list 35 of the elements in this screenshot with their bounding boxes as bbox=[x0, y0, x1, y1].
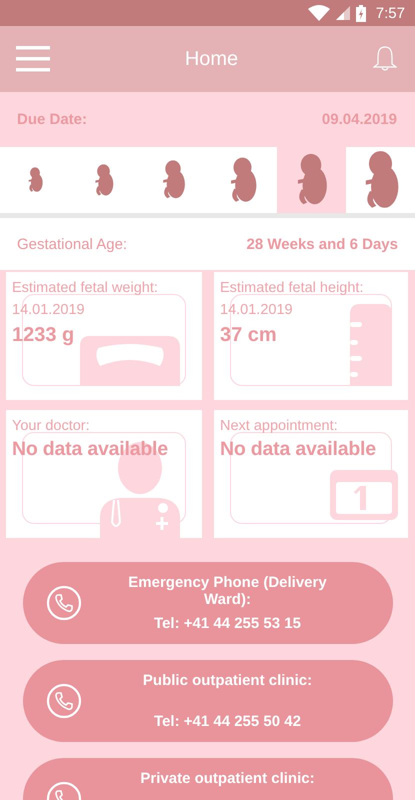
card-value: No data available bbox=[12, 438, 168, 461]
menu-icon[interactable] bbox=[16, 46, 50, 72]
card-label: Estimated fetal height: bbox=[220, 280, 364, 296]
phone-icon bbox=[46, 585, 82, 621]
phone-icon bbox=[46, 683, 82, 719]
battery-icon bbox=[356, 4, 366, 22]
info-card[interactable]: Estimated fetal weight: 14.01.2019 1233 g bbox=[6, 272, 202, 400]
info-card[interactable]: Next appointment: No data available bbox=[214, 410, 408, 538]
stage-tab[interactable] bbox=[276, 147, 346, 213]
due-date-value: 09.04.2019 bbox=[322, 111, 397, 128]
call-button[interactable]: Private outpatient clinic: bbox=[23, 758, 393, 800]
card-value: 1233 g bbox=[12, 324, 74, 347]
wifi-icon bbox=[308, 5, 330, 21]
card-value: 37 cm bbox=[220, 324, 277, 347]
card-date: 14.01.2019 bbox=[12, 302, 85, 318]
screen-title: Home bbox=[184, 48, 238, 70]
due-date-label: Due Date: bbox=[17, 111, 88, 128]
bell-icon[interactable] bbox=[372, 46, 397, 72]
status-time: 7:57 bbox=[376, 4, 405, 22]
info-card[interactable]: Your doctor: No data available bbox=[6, 410, 202, 538]
call-button[interactable]: Public outpatient clinic: Tel: +41 44 255 50 42 bbox=[23, 660, 393, 742]
gestational-age-label: Gestational Age: bbox=[17, 236, 128, 252]
gestational-age-value: 28 Weeks and 6 Days bbox=[246, 236, 398, 252]
ruler-icon bbox=[350, 304, 392, 386]
calendar-icon bbox=[330, 470, 398, 520]
card-label: Next appointment: bbox=[220, 418, 338, 434]
card-value: No data available bbox=[220, 438, 376, 461]
fetus-icon bbox=[26, 166, 44, 194]
call-button[interactable]: Emergency Phone (Delivery Ward): Tel: +41 44 255 53 15 bbox=[23, 562, 393, 644]
card-label: Your doctor: bbox=[12, 418, 90, 434]
card-label: Estimated fetal weight: bbox=[12, 280, 158, 296]
scale-icon bbox=[80, 336, 180, 386]
card-date: 14.01.2019 bbox=[220, 302, 293, 318]
info-card[interactable]: Estimated fetal height: 14.01.2019 37 cm bbox=[214, 272, 408, 400]
signal-icon bbox=[336, 6, 350, 20]
